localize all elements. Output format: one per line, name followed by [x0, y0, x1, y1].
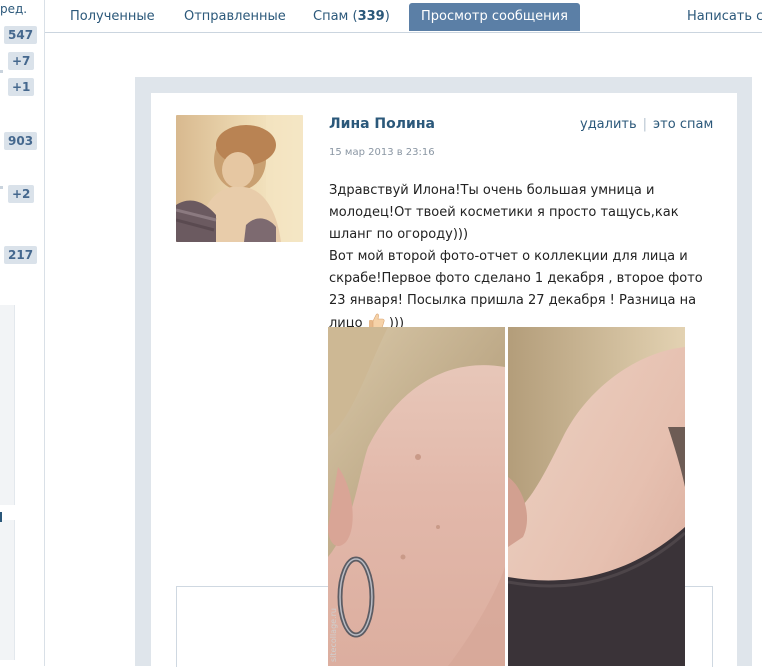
avatar[interactable] [176, 115, 303, 242]
attached-photo-after[interactable] [508, 327, 685, 666]
message-paragraph: Здравствуй Илона!Ты очень большая умница… [329, 183, 679, 242]
tick-mark [0, 70, 3, 73]
side-strip [0, 305, 15, 505]
action-separator: | [642, 117, 648, 132]
edit-label: ред. [0, 2, 28, 16]
message-timestamp: 15 мар 2013 в 23:16 [329, 147, 435, 158]
message-tabs: Полученные Отправленные Спам (339) Просм… [45, 0, 762, 33]
tab-spam[interactable]: Спам (339) [313, 3, 390, 31]
side-strip [0, 520, 15, 660]
counter-badge[interactable]: +2 [8, 185, 35, 203]
tab-spam-label: Спам ( [313, 9, 358, 24]
spam-count: 339 [357, 9, 385, 24]
tab-received[interactable]: Полученные [70, 3, 155, 31]
message-body: Здравствуй Илона!Ты очень большая умница… [329, 180, 719, 335]
delete-link[interactable]: удалить [580, 117, 637, 132]
left-counter-column: ред. 547 +7 +1 903 +2 217 [0, 0, 44, 666]
message-actions: удалить | это спам [580, 117, 713, 132]
counter-badge[interactable]: 547 [4, 26, 38, 44]
tab-sent[interactable]: Отправленные [184, 3, 286, 31]
counter-badge[interactable]: +7 [8, 52, 35, 70]
photo-before-image [328, 327, 505, 666]
marker [0, 512, 2, 522]
photo-watermark: sitecollage.ru [329, 608, 338, 662]
avatar-photo [176, 115, 303, 242]
sender-name[interactable]: Лина Полина [329, 116, 435, 132]
counter-badge[interactable]: 217 [4, 246, 38, 264]
message-paragraph: Вот мой второй фото-отчет о коллекции дл… [329, 246, 719, 335]
photo-after-image [508, 327, 685, 666]
tick-mark [0, 186, 3, 189]
counter-badge[interactable]: +1 [8, 78, 35, 96]
column-divider [44, 0, 45, 666]
tab-view-message[interactable]: Просмотр сообщения [409, 3, 580, 31]
counter-badge[interactable]: 903 [4, 132, 38, 150]
attached-photo-before[interactable] [328, 327, 505, 666]
tab-spam-close: ) [384, 9, 390, 24]
mark-spam-link[interactable]: это спам [653, 117, 713, 132]
tab-write-message[interactable]: Написать со [687, 3, 762, 31]
